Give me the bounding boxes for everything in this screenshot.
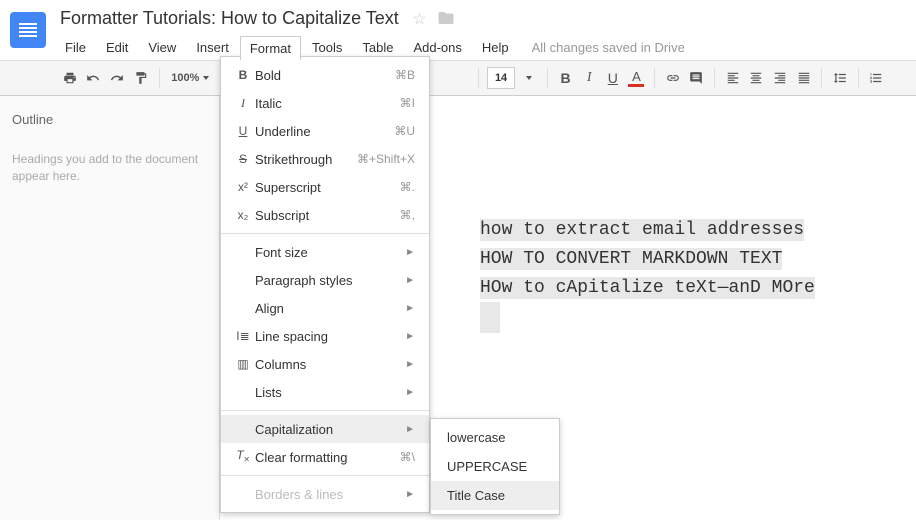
align-right-button[interactable] — [770, 65, 790, 91]
doc-line[interactable]: HOW TO CONVERT MARKDOWN TEXT — [480, 248, 782, 270]
document-title[interactable]: Formatter Tutorials: How to Capitalize T… — [56, 6, 403, 31]
format-clear[interactable]: T× Clear formatting ⌘\ — [221, 443, 429, 471]
strikethrough-icon: S — [231, 152, 255, 166]
capitalization-submenu: lowercase UPPERCASE Title Case — [430, 418, 560, 515]
underline-button[interactable]: U — [603, 65, 623, 91]
subscript-icon: x₂ — [231, 208, 255, 222]
capitalization-uppercase[interactable]: UPPERCASE — [431, 452, 559, 481]
outline-panel: Outline Headings you add to the document… — [0, 96, 220, 520]
font-size-dropdown[interactable] — [519, 65, 539, 91]
format-italic[interactable]: I Italic ⌘I — [221, 89, 429, 117]
menu-help[interactable]: Help — [473, 36, 518, 60]
folder-icon[interactable] — [437, 9, 455, 32]
docs-logo[interactable] — [0, 0, 56, 60]
doc-line[interactable]: HOw to cApitalize teXt—anD MOre — [480, 277, 815, 299]
format-strikethrough[interactable]: S Strikethrough ⌘+Shift+X — [221, 145, 429, 173]
insert-comment-button[interactable] — [687, 65, 707, 91]
format-borders: Borders & lines ► — [221, 480, 429, 508]
menu-view[interactable]: View — [139, 36, 185, 60]
chevron-right-icon: ► — [405, 275, 415, 286]
align-justify-button[interactable] — [794, 65, 814, 91]
text-cursor — [480, 302, 500, 333]
format-underline[interactable]: U Underline ⌘U — [221, 117, 429, 145]
menu-file[interactable]: File — [56, 36, 95, 60]
outline-title: Outline — [12, 112, 207, 127]
format-align[interactable]: Align ► — [221, 294, 429, 322]
format-font-size[interactable]: Font size ► — [221, 238, 429, 266]
align-center-button[interactable] — [747, 65, 767, 91]
format-columns[interactable]: ▥ Columns ► — [221, 350, 429, 378]
format-superscript[interactable]: x² Superscript ⌘. — [221, 173, 429, 201]
align-left-button[interactable] — [723, 65, 743, 91]
chevron-right-icon: ► — [405, 424, 415, 435]
italic-icon: I — [231, 96, 255, 111]
format-subscript[interactable]: x₂ Subscript ⌘, — [221, 201, 429, 229]
menu-format[interactable]: Format — [240, 36, 301, 60]
chevron-right-icon: ► — [405, 489, 415, 500]
star-icon[interactable]: ☆ — [412, 9, 426, 32]
chevron-right-icon: ► — [405, 303, 415, 314]
insert-link-button[interactable] — [663, 65, 683, 91]
italic-button[interactable]: I — [579, 65, 599, 91]
chevron-right-icon: ► — [405, 247, 415, 258]
format-bold[interactable]: B Bold ⌘B — [221, 61, 429, 89]
zoom-select[interactable]: 100% — [167, 72, 213, 84]
clear-format-icon: T× — [231, 448, 255, 465]
toolbar: 100% 14 B I U A — [0, 60, 916, 96]
format-lists[interactable]: Lists ► — [221, 378, 429, 406]
numbered-list-button[interactable] — [866, 65, 886, 91]
save-status: All changes saved in Drive — [520, 36, 697, 60]
paint-format-button[interactable] — [131, 65, 151, 91]
format-capitalization[interactable]: Capitalization ► — [221, 415, 429, 443]
redo-button[interactable] — [107, 65, 127, 91]
underline-icon: U — [231, 124, 255, 138]
line-spacing-button[interactable] — [830, 65, 850, 91]
columns-icon: ▥ — [231, 357, 255, 371]
format-line-spacing[interactable]: I≣ Line spacing ► — [221, 322, 429, 350]
menu-edit[interactable]: Edit — [97, 36, 137, 60]
outline-hint: Headings you add to the document appear … — [12, 151, 207, 185]
chevron-right-icon: ► — [405, 331, 415, 342]
bold-button[interactable]: B — [556, 65, 576, 91]
superscript-icon: x² — [231, 180, 255, 194]
print-button[interactable] — [60, 65, 80, 91]
bold-icon: B — [231, 68, 255, 82]
doc-line[interactable]: how to extract email addresses — [480, 219, 804, 241]
line-spacing-icon: I≣ — [231, 329, 255, 343]
font-size-input[interactable]: 14 — [487, 67, 516, 89]
capitalization-titlecase[interactable]: Title Case — [431, 481, 559, 510]
capitalization-lowercase[interactable]: lowercase — [431, 423, 559, 452]
text-color-button[interactable]: A — [627, 65, 647, 91]
chevron-right-icon: ► — [405, 387, 415, 398]
format-dropdown: B Bold ⌘B I Italic ⌘I U Underline ⌘U S S… — [220, 56, 430, 513]
format-paragraph-styles[interactable]: Paragraph styles ► — [221, 266, 429, 294]
chevron-right-icon: ► — [405, 359, 415, 370]
undo-button[interactable] — [84, 65, 104, 91]
